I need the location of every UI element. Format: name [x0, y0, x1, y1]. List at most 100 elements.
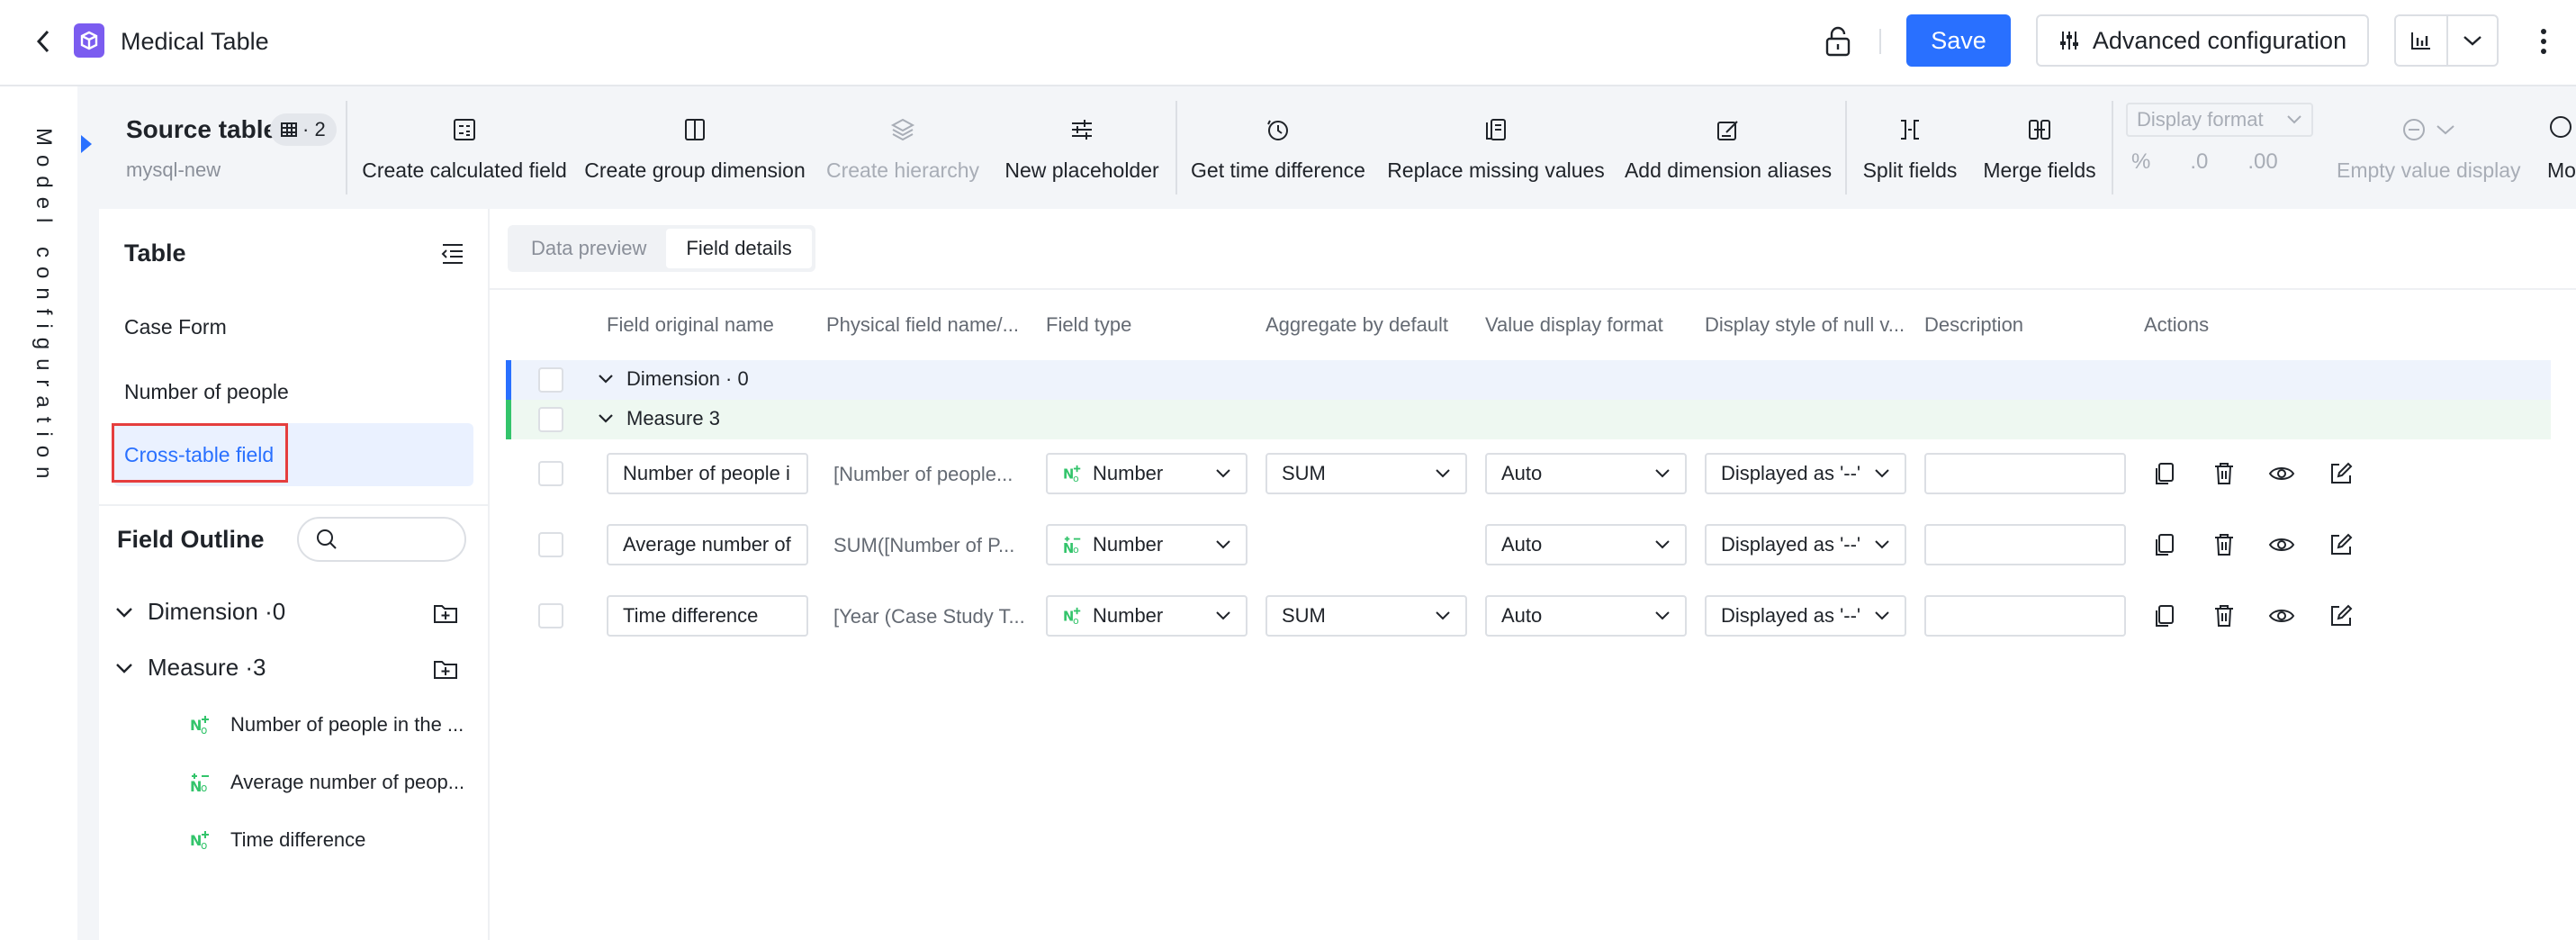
measure-group-label: Measure 3	[626, 407, 720, 429]
increase-decimal-button[interactable]: .00	[2247, 149, 2277, 175]
split-fields-button[interactable]: Split fields	[1861, 113, 1959, 185]
bar-chart-icon[interactable]	[2396, 16, 2448, 65]
save-button[interactable]: Save	[1906, 14, 2011, 67]
tool-label: Add dimension aliases	[1624, 158, 1833, 182]
description-input[interactable]	[1924, 524, 2126, 565]
field-type-select[interactable]: No Number	[1046, 595, 1247, 637]
rail-title: Model configuration	[32, 128, 56, 488]
null-style-select[interactable]: Displayed as '--'	[1705, 595, 1906, 637]
display-format-value: Auto	[1501, 533, 1543, 556]
tool-label: New placeholder	[1004, 158, 1159, 182]
layers-icon	[887, 113, 919, 146]
new-placeholder-button[interactable]: New placeholder	[1004, 113, 1159, 185]
edit-icon[interactable]	[2326, 458, 2356, 489]
trash-icon[interactable]	[2209, 529, 2239, 560]
aggregate-select[interactable]: SUM	[1265, 595, 1467, 637]
field-name-input[interactable]: Average number of	[607, 524, 808, 565]
empty-value-label: Empty value display	[2337, 158, 2521, 182]
dimension-group-header[interactable]: Dimension ·0	[115, 598, 285, 626]
measure-group-toggle[interactable]: Measure 3	[598, 407, 720, 430]
table-item-case-form[interactable]: Case Form	[113, 295, 473, 358]
empty-value-display-button[interactable]: Empty value display	[2337, 113, 2521, 183]
field-search-input[interactable]	[297, 517, 466, 562]
chevron-down-icon	[1435, 610, 1451, 621]
trash-icon[interactable]	[2209, 458, 2239, 489]
field-name-input[interactable]: Number of people i	[607, 453, 808, 494]
display-format-select[interactable]: Auto	[1485, 453, 1687, 494]
eye-icon[interactable]	[2266, 601, 2297, 631]
decrease-decimal-button[interactable]: .0	[2190, 149, 2208, 175]
table-item-number-of-people[interactable]: Number of people	[113, 360, 473, 423]
eye-icon[interactable]	[2266, 529, 2297, 560]
tab-field-details[interactable]: Field details	[666, 229, 812, 268]
more-vertical-icon[interactable]	[2526, 22, 2562, 61]
table-grid-icon	[281, 122, 297, 137]
expand-triangle-icon[interactable]	[77, 133, 95, 155]
row-checkbox[interactable]	[538, 407, 563, 432]
get-time-difference-button[interactable]: Get time difference	[1191, 113, 1365, 185]
chevron-down-icon	[1654, 539, 1671, 550]
aggregate-select[interactable]: SUM	[1265, 453, 1467, 494]
field-type-select[interactable]: No Number	[1046, 453, 1247, 494]
chart-type-dropdown[interactable]	[2394, 14, 2499, 67]
field-outline-item[interactable]: No Time difference	[189, 828, 365, 852]
edit-icon[interactable]	[2326, 601, 2356, 631]
measure-group-header[interactable]: Measure ·3	[115, 654, 266, 682]
eye-icon[interactable]	[2266, 458, 2297, 489]
header-divider	[1879, 29, 1881, 54]
row-checkbox[interactable]	[538, 532, 563, 557]
sliders-icon	[1066, 113, 1098, 146]
add-dimension-aliases-button[interactable]: Add dimension aliases	[1624, 113, 1833, 185]
field-name-input[interactable]: Time difference	[607, 595, 808, 637]
field-outline-item[interactable]: No Number of people in the ...	[189, 713, 464, 737]
copy-icon[interactable]	[2149, 601, 2180, 631]
display-format-select[interactable]: Display format	[2126, 103, 2313, 137]
add-folder-icon[interactable]	[432, 601, 459, 628]
edit-icon[interactable]	[2326, 529, 2356, 560]
column-header: Field type	[1046, 313, 1132, 336]
measure-group-row	[506, 400, 2551, 439]
chevron-down-icon	[1435, 468, 1451, 479]
row-checkbox[interactable]	[538, 461, 563, 486]
tab-data-preview[interactable]: Data preview	[511, 229, 666, 268]
copy-icon[interactable]	[2149, 529, 2180, 560]
description-input[interactable]	[1924, 453, 2126, 494]
measure-field-name: Time difference	[230, 828, 366, 851]
back-icon[interactable]	[27, 25, 59, 58]
null-style-select[interactable]: Displayed as '--'	[1705, 453, 1906, 494]
advanced-configuration-button[interactable]: Advanced configuration	[2036, 14, 2369, 67]
field-outline-item[interactable]: No Average number of peop...	[189, 771, 464, 794]
chevron-down-icon[interactable]	[2448, 16, 2497, 65]
description-input[interactable]	[1924, 595, 2126, 637]
null-style-value: Displayed as '--'	[1721, 533, 1861, 556]
group-indicator-bar	[506, 400, 511, 439]
toolbar-divider	[2112, 101, 2113, 194]
row-checkbox[interactable]	[538, 367, 563, 393]
create-hierarchy-button[interactable]: Create hierarchy	[826, 113, 979, 185]
create-group-dimension-button[interactable]: Create group dimension	[584, 113, 806, 185]
percent-format-button[interactable]: %	[2131, 149, 2150, 175]
replace-missing-values-button[interactable]: Replace missing values	[1387, 113, 1605, 185]
null-style-select[interactable]: Displayed as '--'	[1705, 524, 1906, 565]
dimension-group-row	[506, 360, 2551, 400]
lock-icon[interactable]	[1820, 22, 1856, 61]
aggregate-value: SUM	[1282, 462, 1326, 484]
trash-icon[interactable]	[2209, 601, 2239, 631]
field-type-select[interactable]: No Number	[1046, 524, 1247, 565]
create-calculated-field-button[interactable]: Create calculated field	[362, 113, 567, 185]
chevron-down-icon	[598, 374, 614, 384]
row-checkbox[interactable]	[538, 603, 563, 628]
copy-icon[interactable]	[2149, 458, 2180, 489]
add-folder-icon[interactable]	[432, 657, 459, 684]
collapse-panel-icon[interactable]	[439, 240, 466, 267]
display-format-select[interactable]: Auto	[1485, 524, 1687, 565]
source-table-count-badge[interactable]: · 2	[270, 113, 337, 146]
display-format-select[interactable]: Auto	[1485, 595, 1687, 637]
number-type-icon: No	[189, 829, 212, 851]
merge-fields-button[interactable]: Merge fields	[1983, 113, 2096, 185]
tool-label: Replace missing values	[1387, 158, 1605, 182]
dimension-group-toggle[interactable]: Dimension · 0	[598, 367, 749, 391]
column-header: Physical field name/...	[826, 313, 1019, 336]
dimension-count: ·0	[265, 598, 286, 625]
more-tools-button[interactable]: Mo	[2547, 113, 2576, 183]
